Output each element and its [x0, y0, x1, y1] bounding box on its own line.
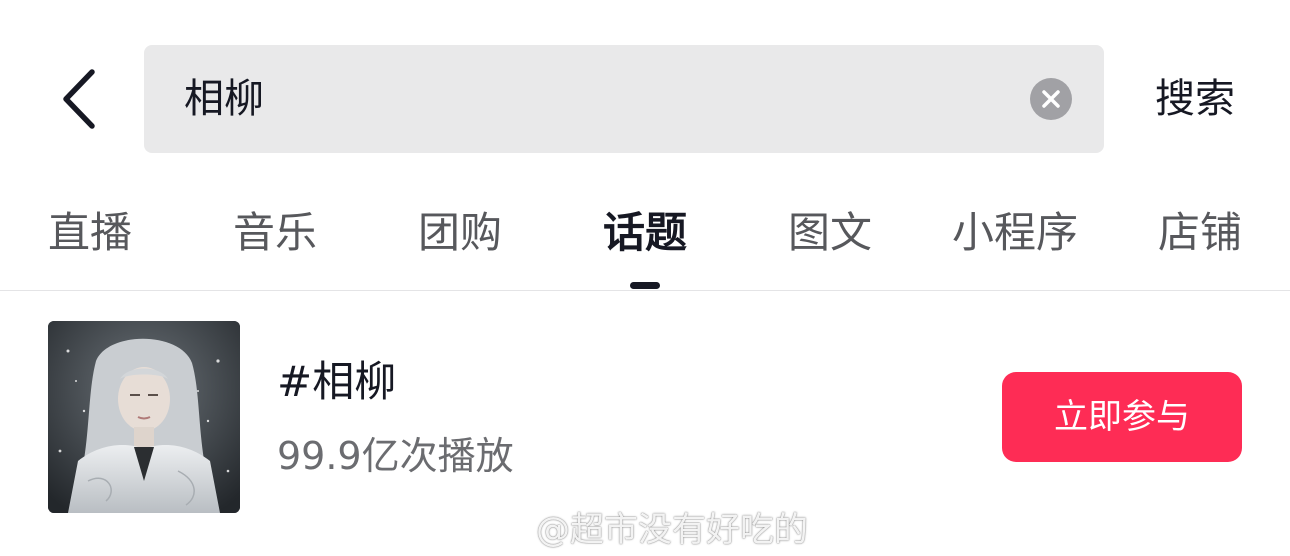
watermark: @超市没有好吃的	[484, 502, 808, 550]
back-button[interactable]	[40, 56, 120, 142]
search-box[interactable]	[144, 45, 1104, 153]
watermark-text: @超市没有好吃的	[536, 509, 808, 550]
weibo-logo-icon	[485, 512, 526, 543]
cover-illustration	[48, 321, 240, 513]
topic-cover-image[interactable]	[48, 321, 240, 513]
topic-result-item[interactable]: #相柳 99.9亿次播放 立即参与	[0, 300, 1290, 530]
tab-shops[interactable]: 店铺	[1150, 195, 1250, 275]
search-input[interactable]	[184, 45, 1004, 153]
topic-title[interactable]: #相柳	[277, 352, 396, 412]
tabs-divider	[0, 290, 1290, 291]
tab-posts[interactable]: 图文	[780, 195, 880, 275]
clear-search-button[interactable]	[1030, 78, 1072, 120]
tab-mini-programs[interactable]: 小程序	[940, 195, 1090, 275]
join-topic-button[interactable]: 立即参与	[1002, 372, 1242, 462]
active-tab-indicator	[630, 282, 660, 289]
tab-topics[interactable]: 话题	[595, 195, 695, 275]
topic-view-count: 99.9亿次播放	[277, 434, 514, 478]
chevron-left-icon	[63, 69, 95, 129]
search-button[interactable]: 搜索	[1140, 68, 1250, 130]
tab-live[interactable]: 直播	[40, 195, 140, 275]
tab-group-buy[interactable]: 团购	[410, 195, 510, 275]
category-tabs: 直播 音乐 团购 话题 图文 小程序 店铺	[0, 195, 1290, 291]
clear-circle-icon	[1042, 90, 1060, 108]
search-results-page: 搜索 直播 音乐 团购 话题 图文 小程序 店铺	[0, 0, 1290, 556]
tab-music[interactable]: 音乐	[225, 195, 325, 275]
